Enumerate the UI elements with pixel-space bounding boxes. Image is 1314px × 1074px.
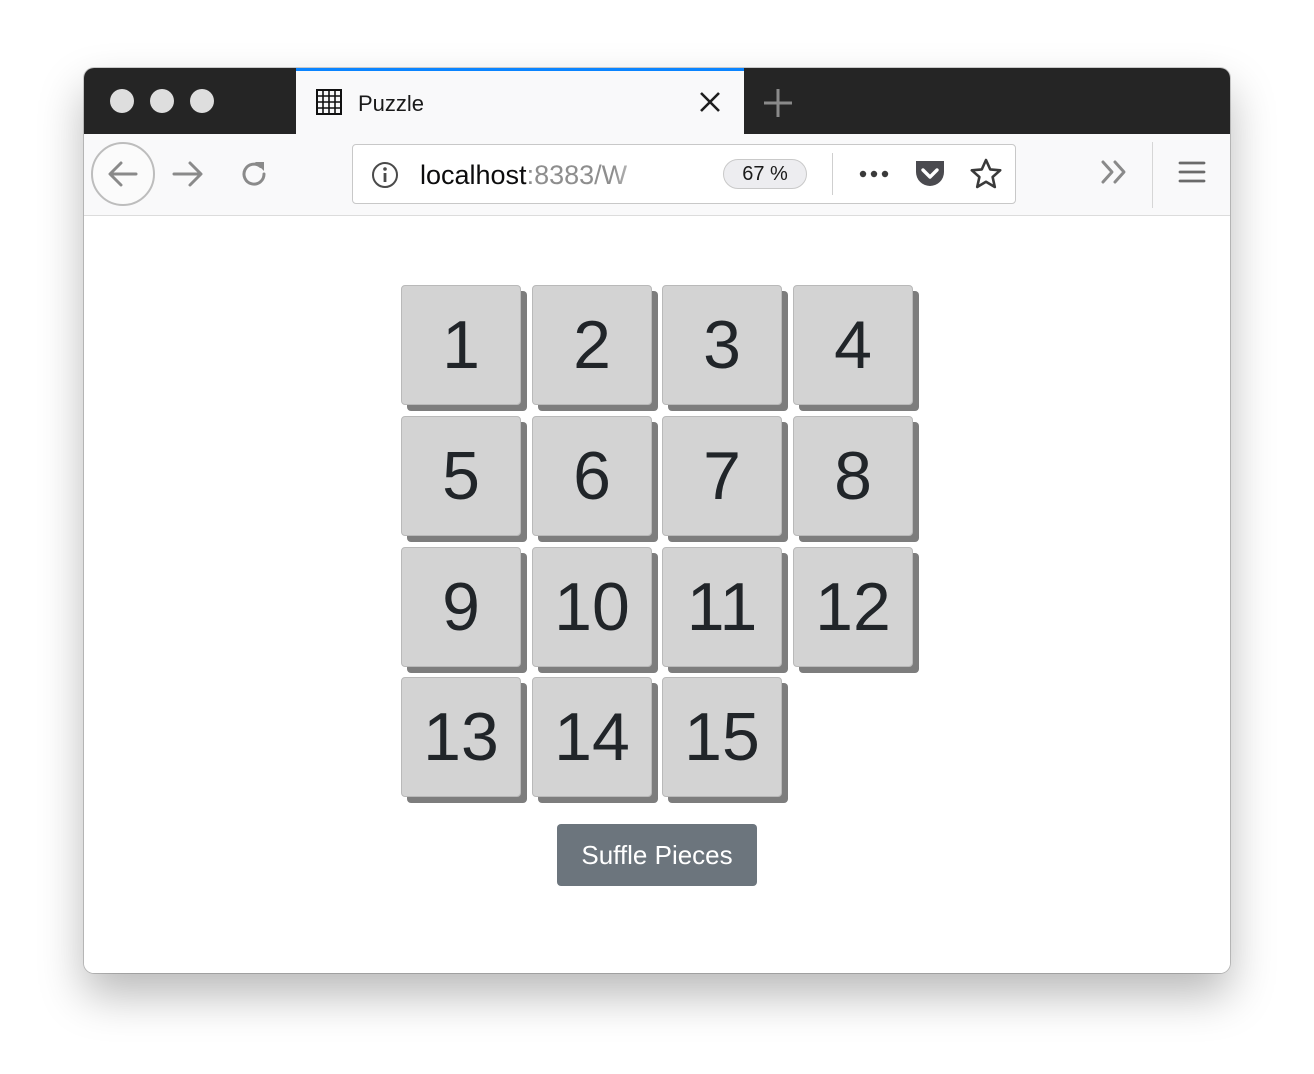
url-host: localhost	[420, 160, 527, 190]
url-separator	[832, 153, 833, 195]
browser-window: Puzzle localhost:8383/W 67 % 1 2 3 4 5 6…	[84, 68, 1230, 973]
forward-button[interactable]	[168, 154, 208, 194]
hamburger-menu-icon[interactable]	[1176, 156, 1208, 193]
back-button[interactable]	[91, 142, 155, 206]
bookmark-star-icon[interactable]	[969, 157, 1003, 196]
tab-puzzle[interactable]: Puzzle	[296, 68, 744, 134]
overflow-chevron-icon[interactable]	[1098, 156, 1130, 193]
tab-title: Puzzle	[358, 91, 425, 116]
info-icon[interactable]	[371, 161, 399, 194]
toolbar-separator	[1152, 142, 1153, 208]
puzzle-tile[interactable]: 8	[793, 416, 913, 536]
puzzle-tile[interactable]: 12	[793, 547, 913, 667]
minimize-window-dot[interactable]	[150, 89, 174, 113]
puzzle-tile[interactable]: 9	[401, 547, 521, 667]
close-tab-icon[interactable]	[696, 88, 724, 116]
puzzle-tile[interactable]: 15	[662, 677, 782, 797]
shuffle-button[interactable]: Suffle Pieces	[557, 824, 757, 886]
page-content: 1 2 3 4 5 6 7 8 9 10 11 12 13 14 15 Suffle Pieces	[84, 216, 1230, 973]
puzzle-tile[interactable]: 2	[532, 285, 652, 405]
pocket-icon[interactable]	[913, 157, 947, 196]
puzzle-tile[interactable]: 11	[662, 547, 782, 667]
arrow-right-icon	[172, 161, 203, 187]
address-bar[interactable]: localhost:8383/W 67 %	[352, 144, 1016, 204]
url-path: :8383/W	[526, 160, 628, 190]
puzzle-tile[interactable]: 13	[401, 677, 521, 797]
puzzle-tile[interactable]: 6	[532, 416, 652, 536]
url-text[interactable]: localhost:8383/W	[420, 160, 656, 190]
title-bar: Puzzle	[84, 68, 1230, 134]
zoom-window-dot[interactable]	[190, 89, 214, 113]
more-actions-icon[interactable]	[857, 161, 891, 192]
puzzle-tile[interactable]: 3	[662, 285, 782, 405]
puzzle-tile[interactable]: 5	[401, 416, 521, 536]
puzzle-tile[interactable]: 10	[532, 547, 652, 667]
arrow-left-icon	[108, 161, 138, 187]
puzzle-tile[interactable]: 14	[532, 677, 652, 797]
reload-icon	[242, 162, 266, 186]
puzzle-tile[interactable]: 1	[401, 285, 521, 405]
grid-icon	[316, 89, 342, 120]
reload-button[interactable]	[234, 154, 274, 194]
puzzle-tile[interactable]: 4	[793, 285, 913, 405]
new-tab-icon[interactable]	[760, 85, 796, 121]
zoom-level-badge[interactable]: 67 %	[723, 159, 807, 189]
close-window-dot[interactable]	[110, 89, 134, 113]
navigation-toolbar: localhost:8383/W 67 %	[84, 134, 1230, 216]
puzzle-tile[interactable]: 7	[662, 416, 782, 536]
